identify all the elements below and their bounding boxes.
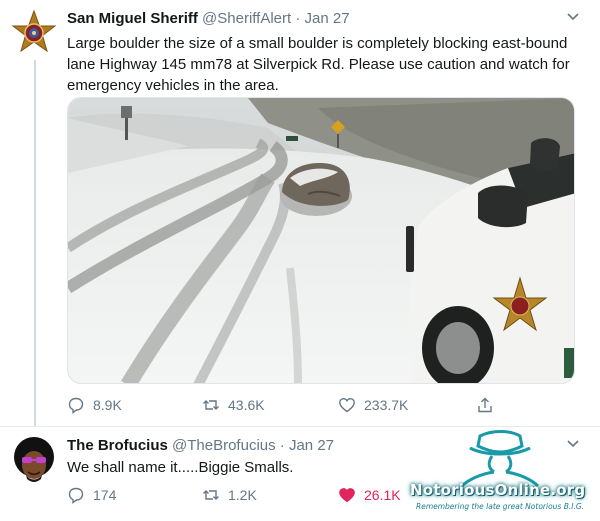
user-handle[interactable]: @SheriffAlert <box>202 10 291 27</box>
retweet-button[interactable]: 1.2K <box>202 486 338 504</box>
display-name[interactable]: San Miguel Sheriff <box>67 10 198 27</box>
separator-dot: · <box>295 10 301 27</box>
like-button[interactable]: 26.1K <box>338 486 401 504</box>
reply-button[interactable]: 8.9K <box>67 396 202 414</box>
avatar-sheriff-badge[interactable] <box>8 8 60 60</box>
tweet-sheriff[interactable]: San Miguel Sheriff @SheriffAlert · Jan 2… <box>0 0 600 426</box>
avatar-brofucius[interactable] <box>8 435 60 487</box>
reply-count: 174 <box>93 487 117 503</box>
user-handle[interactable]: @TheBrofucius <box>172 437 276 454</box>
like-button[interactable]: 233.7K <box>338 396 476 414</box>
watermark-title: NotoriousOnline.org <box>410 481 586 499</box>
like-count: 233.7K <box>364 397 409 413</box>
tweet-body-text: Large boulder the size of a small boulde… <box>67 35 570 94</box>
sheriff-star-icon <box>8 8 60 60</box>
heart-filled-icon <box>339 488 355 503</box>
retweet-icon <box>203 490 219 500</box>
share-button[interactable] <box>476 396 494 414</box>
share-icon <box>478 397 492 413</box>
reply-button[interactable]: 174 <box>67 486 202 504</box>
tweet-photo-boulder-on-snowy-road[interactable] <box>67 97 575 384</box>
retweet-count: 43.6K <box>228 397 265 413</box>
chevron-down-icon[interactable] <box>566 12 580 22</box>
tweet-header: The Brofucius @TheBrofucius · Jan 27 <box>67 437 334 454</box>
retweet-button[interactable]: 43.6K <box>202 396 338 414</box>
retweet-count: 1.2K <box>228 487 257 503</box>
reply-icon <box>68 397 84 414</box>
heart-icon <box>339 397 355 413</box>
watermark-subtitle: Remembering the late great Notorious B.I… <box>416 502 585 511</box>
tweet-actions: 174 1.2K 26.1K <box>67 486 401 504</box>
separator-dot: · <box>279 437 285 454</box>
tweet-header: San Miguel Sheriff @SheriffAlert · Jan 2… <box>67 10 350 27</box>
reply-count: 8.9K <box>93 397 122 413</box>
reply-icon <box>68 487 84 504</box>
afro-character-avatar-icon <box>14 437 54 482</box>
tweet-actions: 8.9K 43.6K 233.7K <box>67 396 494 414</box>
display-name[interactable]: The Brofucius <box>67 437 168 454</box>
silhouette-logo-icon <box>460 430 540 488</box>
tweet-timestamp[interactable]: Jan 27 <box>305 10 350 27</box>
retweet-icon <box>203 400 219 410</box>
tweet-timestamp[interactable]: Jan 27 <box>289 437 334 454</box>
notorious-online-watermark: NotoriousOnline.org Remembering the late… <box>410 428 590 516</box>
like-count: 26.1K <box>364 487 401 503</box>
